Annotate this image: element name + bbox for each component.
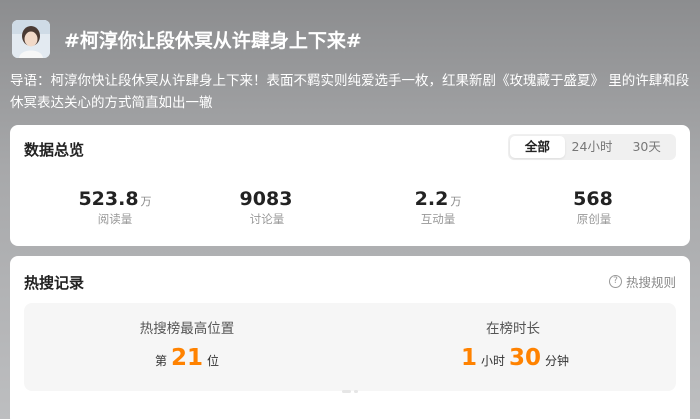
- pager-dots: [342, 390, 358, 393]
- pager-dot: [354, 390, 358, 393]
- rules-label: 热搜规则: [625, 275, 676, 290]
- stat-value: 2.2: [414, 188, 449, 210]
- duration-minutes: 30: [509, 345, 542, 371]
- stat-label: 原创量: [576, 212, 612, 226]
- stat-discussions: 9083 讨论量: [187, 187, 347, 227]
- stat-value: 568: [573, 188, 613, 210]
- duration: 在榜时长 1 小时 30 分钟: [350, 303, 676, 375]
- duration-value: 1 小时 30 分钟: [350, 344, 676, 375]
- tab-30d[interactable]: 30天: [619, 136, 674, 158]
- time-range-tabs: 全部 24小时 30天: [508, 134, 676, 160]
- topic-intro: 导语：柯淳你快让段休冥从许肆身上下来！表面不羁实则纯爱选手一枚，红果新剧《玫瑰藏…: [10, 73, 690, 111]
- best-rank-suffix: 位: [207, 354, 220, 368]
- topic-avatar[interactable]: [12, 20, 50, 58]
- hot-search-rules-link[interactable]: ? 热搜规则: [608, 272, 676, 291]
- stat-originals: 568 原创量: [514, 187, 674, 227]
- stat-value: 9083: [239, 188, 293, 210]
- stat-unit: 万: [140, 195, 152, 208]
- duration-hours: 1: [460, 345, 477, 371]
- question-circle-icon: ?: [608, 275, 622, 288]
- stats-row: 523.8 万 阅读量 9083 讨论量 2.2 万 互动量 568 原创量: [10, 187, 690, 231]
- best-rank-value: 第 21 位: [24, 344, 350, 375]
- overview-title: 数据总览: [24, 141, 85, 159]
- hot-search-title: 热搜记录: [24, 274, 85, 292]
- stat-label: 讨论量: [249, 212, 285, 226]
- best-rank-number: 21: [170, 345, 203, 371]
- topic-header: #柯淳你让段休冥从许肆身上下来#: [0, 0, 700, 70]
- duration-label: 在榜时长: [486, 321, 540, 337]
- best-rank-label: 热搜榜最高位置: [139, 321, 235, 337]
- stat-label: 互动量: [420, 212, 456, 226]
- best-rank-prefix: 第: [154, 354, 167, 368]
- duration-minutes-unit: 分钟: [545, 354, 570, 368]
- topic-title: #柯淳你让段休冥从许肆身上下来#: [64, 30, 362, 52]
- pager-dot-active: [342, 390, 351, 393]
- overview-card: 数据总览 全部 24小时 30天 523.8 万 阅读量 9083 讨论量 2.2…: [10, 125, 690, 246]
- stat-reads: 523.8 万 阅读量: [35, 187, 195, 227]
- stat-label: 阅读量: [97, 212, 133, 226]
- avatar-image: [12, 20, 50, 58]
- stat-unit: 万: [450, 195, 462, 208]
- best-rank: 热搜榜最高位置 第 21 位: [24, 303, 350, 375]
- tab-all[interactable]: 全部: [510, 136, 565, 158]
- tab-24h[interactable]: 24小时: [565, 136, 620, 158]
- stat-interactions: 2.2 万 互动量: [358, 187, 518, 227]
- hot-search-card: 热搜记录 ? 热搜规则 热搜榜最高位置 第 21 位 在榜时长 1 小时 30 分钟: [10, 256, 690, 419]
- stat-value: 523.8: [78, 188, 139, 210]
- duration-hours-unit: 小时: [480, 354, 505, 368]
- hot-search-record-box: 热搜榜最高位置 第 21 位 在榜时长 1 小时 30 分钟: [24, 303, 676, 391]
